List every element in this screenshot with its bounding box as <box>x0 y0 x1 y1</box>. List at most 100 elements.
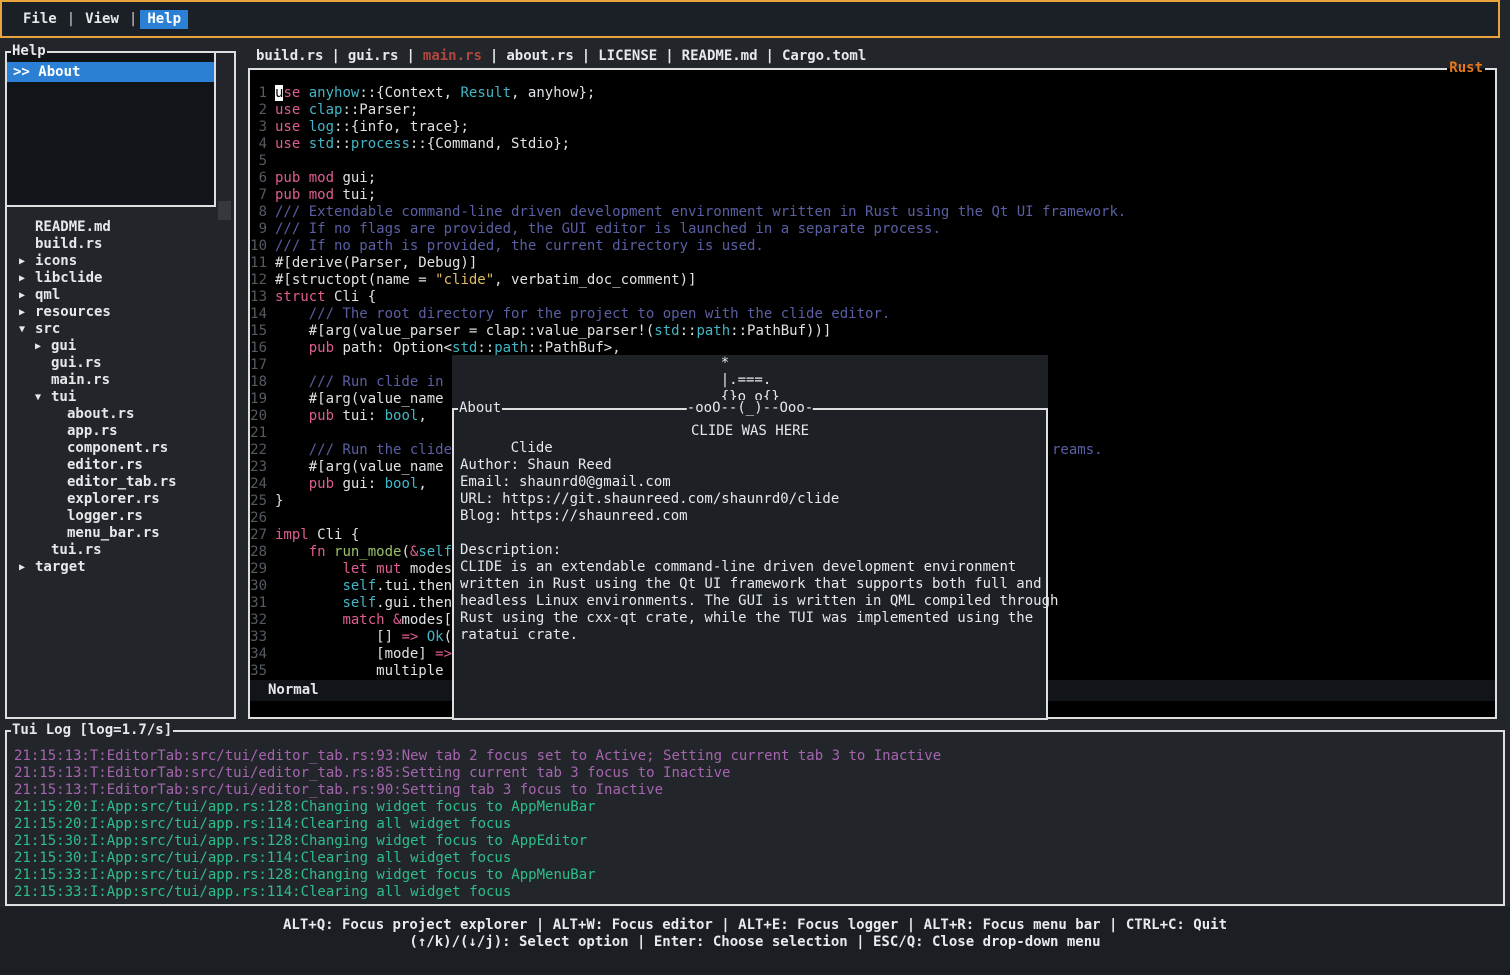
tree-item-src[interactable]: ▼src <box>7 321 230 338</box>
tree-item-main-rs[interactable]: main.rs <box>7 372 230 389</box>
code-line[interactable]: 12#[structopt(name = "clide", verbatim_d… <box>250 272 1495 289</box>
editor-tab-build-rs[interactable]: build.rs <box>256 48 323 65</box>
tree-item-component-rs[interactable]: component.rs <box>7 440 230 457</box>
code-line[interactable]: 2use clap::Parser; <box>250 102 1495 119</box>
line-number: 12 <box>250 272 267 289</box>
tab-separator: | <box>665 48 673 65</box>
menu-bar: File|View|Help <box>0 0 1500 38</box>
editor-tab-gui-rs[interactable]: gui.rs <box>348 48 399 65</box>
about-popup-body: Author: Shaun ReedEmail: shaunrd0@gmail.… <box>454 440 1046 644</box>
tab-separator: | <box>766 48 774 65</box>
editor-tab-about-rs[interactable]: about.rs <box>506 48 573 65</box>
line-number: 5 <box>250 153 267 170</box>
tree-item-explorer-rs[interactable]: explorer.rs <box>7 491 230 508</box>
code-line[interactable]: 5 <box>250 153 1495 170</box>
code-line[interactable]: 10/// If no path is provided, the curren… <box>250 238 1495 255</box>
log-entry: 21:15:33:I:App:src/tui/app.rs:114:Cleari… <box>14 884 1499 901</box>
tree-item-label: icons <box>35 253 77 270</box>
code-line[interactable]: 13struct Cli { <box>250 289 1495 306</box>
menu-separator: | <box>129 11 137 28</box>
line-number: 34 <box>250 646 267 663</box>
tree-item-logger-rs[interactable]: logger.rs <box>7 508 230 525</box>
line-number: 29 <box>250 561 267 578</box>
tab-separator: | <box>331 48 339 65</box>
menu-item-file[interactable]: File <box>16 10 64 29</box>
tree-item-label: logger.rs <box>67 508 143 525</box>
tree-item-about-rs[interactable]: about.rs <box>7 406 230 423</box>
tree-item-build-rs[interactable]: build.rs <box>7 236 230 253</box>
tree-item-gui-rs[interactable]: gui.rs <box>7 355 230 372</box>
about-popup-text-line: URL: https://git.shaunreed.com/shaunrd0/… <box>454 491 1046 508</box>
line-number: 19 <box>250 391 267 408</box>
code-line[interactable]: 11#[derive(Parser, Debug)] <box>250 255 1495 272</box>
chevron-right-icon: ▶ <box>19 304 35 321</box>
keybinding-footer: ALT+Q: Focus project explorer | ALT+W: F… <box>0 907 1510 975</box>
tree-item-tui-rs[interactable]: tui.rs <box>7 542 230 559</box>
code-line[interactable]: 3use log::{info, trace}; <box>250 119 1495 136</box>
about-popup-text-line: headless Linux environments. The GUI is … <box>454 593 1046 610</box>
tree-item-label: component.rs <box>67 440 168 457</box>
tree-item-readme-md[interactable]: README.md <box>7 219 230 236</box>
menu-item-view[interactable]: View <box>78 10 126 29</box>
code-line[interactable]: 9/// If no flags are provided, the GUI e… <box>250 221 1495 238</box>
explorer-scrollbar-thumb[interactable] <box>218 201 231 220</box>
editor-tab-main-rs[interactable]: main.rs <box>423 48 482 65</box>
tree-item-label: menu_bar.rs <box>67 525 160 542</box>
about-popup-text-line: Email: shaunrd0@gmail.com <box>454 474 1046 491</box>
chevron-right-icon: ▶ <box>19 253 35 270</box>
line-number: 16 <box>250 340 267 357</box>
about-popup-text-line: Description: <box>454 542 1046 559</box>
ascii-art-mascot: * |.===. {}o o{} <box>687 355 813 406</box>
menu-item-help[interactable]: Help <box>140 10 188 29</box>
tree-item-label: tui <box>51 389 76 406</box>
editor-tab-license[interactable]: LICENSE <box>598 48 657 65</box>
tree-item-gui[interactable]: ▶gui <box>7 338 230 355</box>
tree-item-editor-tab-rs[interactable]: editor_tab.rs <box>7 474 230 491</box>
app-tagline: CLIDE WAS HERE <box>691 423 809 440</box>
tree-item-label: target <box>35 559 86 576</box>
line-number: 18 <box>250 374 267 391</box>
code-line[interactable]: 8/// Extendable command-line driven deve… <box>250 204 1495 221</box>
tree-item-editor-rs[interactable]: editor.rs <box>7 457 230 474</box>
tab-separator: | <box>406 48 414 65</box>
log-entry: 21:15:13:T:EditorTab:src/tui/editor_tab.… <box>14 782 1499 799</box>
footer-hints-line-2: (↑/k)/(↓/j): Select option | Enter: Choo… <box>0 934 1510 951</box>
line-number: 23 <box>250 459 267 476</box>
line-number: 1 <box>250 85 267 102</box>
code-line[interactable]: 6pub mod gui; <box>250 170 1495 187</box>
chevron-right-icon: ▶ <box>19 270 35 287</box>
editor-tab-bar: build.rs | gui.rs | main.rs | about.rs | LICENSE… <box>256 48 866 65</box>
code-line[interactable]: 14 /// The root directory for the projec… <box>250 306 1495 323</box>
tree-item-resources[interactable]: ▶resources <box>7 304 230 321</box>
tree-item-label: gui.rs <box>51 355 102 372</box>
tree-item-icons[interactable]: ▶icons <box>7 253 230 270</box>
tree-item-label: main.rs <box>51 372 110 389</box>
code-line[interactable]: 4use std::process::{Command, Stdio}; <box>250 136 1495 153</box>
help-menu-item-about[interactable]: >> About <box>7 62 214 82</box>
tree-item-target[interactable]: ▶target <box>7 559 230 576</box>
chevron-down-icon: ▼ <box>19 321 35 338</box>
tui-log-panel: Tui Log [log=1.7/s] 21:15:13:T:EditorTab… <box>5 730 1505 906</box>
tree-item-libclide[interactable]: ▶libclide <box>7 270 230 287</box>
line-number: 3 <box>250 119 267 136</box>
code-line[interactable]: 7pub mod tui; <box>250 187 1495 204</box>
tree-item-tui[interactable]: ▼tui <box>7 389 230 406</box>
line-number: 20 <box>250 408 267 425</box>
tree-item-label: about.rs <box>67 406 134 423</box>
editor-tab-cargo-toml[interactable]: Cargo.toml <box>782 48 866 65</box>
line-number: 21 <box>250 425 267 442</box>
tree-item-label: resources <box>35 304 111 321</box>
chevron-right-icon: ▶ <box>19 559 35 576</box>
code-line[interactable]: 15 #[arg(value_parser = clap::value_pars… <box>250 323 1495 340</box>
tree-item-qml[interactable]: ▶qml <box>7 287 230 304</box>
log-entries: 21:15:13:T:EditorTab:src/tui/editor_tab.… <box>14 748 1499 901</box>
line-number: 28 <box>250 544 267 561</box>
tree-item-menu-bar-rs[interactable]: menu_bar.rs <box>7 525 230 542</box>
line-number: 4 <box>250 136 267 153</box>
tree-item-app-rs[interactable]: app.rs <box>7 423 230 440</box>
line-number: 8 <box>250 204 267 221</box>
editor-tab-readme-md[interactable]: README.md <box>682 48 758 65</box>
tree-item-label: build.rs <box>35 236 102 253</box>
log-entry: 21:15:30:I:App:src/tui/app.rs:128:Changi… <box>14 833 1499 850</box>
code-line[interactable]: 1use anyhow::{Context, Result, anyhow}; <box>250 85 1495 102</box>
